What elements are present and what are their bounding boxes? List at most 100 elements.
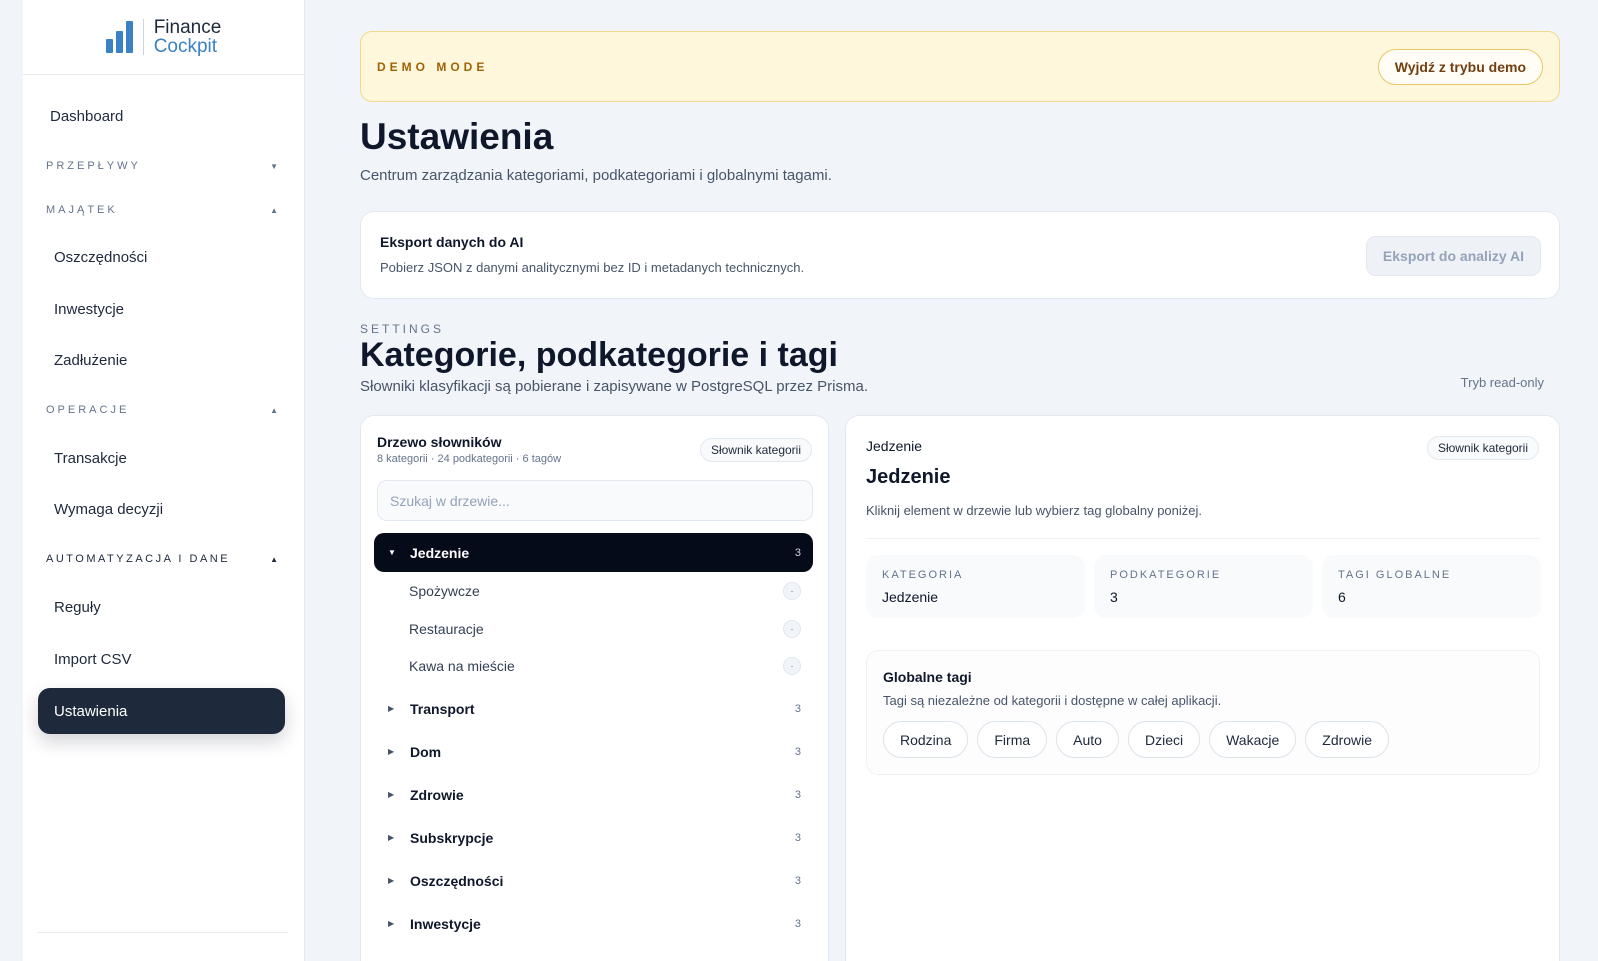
sidebar-item-label: Transakcje (54, 449, 127, 467)
sidebar-item-label: Wymaga decyzji (54, 500, 164, 518)
sidebar-item-label: Reguły (54, 598, 101, 616)
detail-breadcrumb: Jedzenie (866, 438, 923, 454)
brand-line-1: Finance (153, 17, 222, 38)
sidebar: Finance Cockpit Dashboard PRZEPŁYWY ▼ MAJ… (23, 0, 305, 961)
sidebar-item-zadluzenie[interactable]: Zadłużenie (38, 337, 285, 383)
section-label: MAJĄTEK (46, 204, 118, 216)
tree-row-label: Inwestycje (410, 915, 481, 932)
tree-subitem-kawa[interactable]: Kawa na mieście · (409, 651, 801, 681)
section-label: AUTOMATYZACJA I DANE (46, 553, 231, 565)
tree-row-subskrypcje[interactable]: ▶ Subskrypcje 3 (374, 818, 813, 857)
tag-zdrowie[interactable]: Zdrowie (1305, 721, 1390, 758)
settings-title: Kategorie, podkategorie i tagi (360, 336, 838, 374)
tree-meta: 8 kategorii · 24 podkategorii · 6 tagów (377, 453, 562, 465)
sidebar-item-dashboard[interactable]: Dashboard (38, 93, 285, 139)
tree-row-count: 3 (794, 831, 801, 844)
tree-row-inwestycje[interactable]: ▶ Inwestycje 3 (374, 904, 813, 943)
export-ai-button[interactable]: Eksport do analizy AI (1365, 236, 1541, 276)
sidebar-item-label: Oszczędności (54, 248, 148, 266)
tree-row-jedzenie[interactable]: ▼ Jedzenie 3 (374, 533, 813, 572)
page-title: Ustawienia (360, 116, 554, 157)
stat-podkategorie: PODKATEGORIE 3 (1094, 555, 1313, 618)
stat-kategoria: KATEGORIA Jedzenie (866, 555, 1085, 618)
stat-value: Jedzenie (882, 589, 939, 605)
sidebar-item-oszczednosci[interactable]: Oszczędności (38, 234, 285, 280)
stat-label: TAGI GLOBALNE (1338, 569, 1452, 581)
tree-row-count: 3 (794, 874, 801, 887)
tag-wakacje[interactable]: Wakacje (1209, 721, 1297, 758)
tag-firma[interactable]: Firma (977, 721, 1048, 758)
caret-down-icon: ▼ (270, 161, 278, 171)
tree-row-count: 3 (794, 788, 801, 801)
bar-chart-icon (105, 21, 133, 53)
tree-row-label: Oszczędności (410, 872, 504, 889)
sidebar-item-label: Dashboard (50, 107, 124, 125)
tag-rodzina[interactable]: Rodzina (883, 721, 969, 758)
tree-subitem-spozywcze[interactable]: Spożywcze · (409, 576, 801, 606)
sidebar-section-przeplywy[interactable]: PRZEPŁYWY ▼ (46, 160, 278, 172)
export-title: Eksport danych do AI (380, 234, 524, 250)
sidebar-item-label: Ustawienia (54, 702, 128, 720)
tree-subitem-badge: · (783, 657, 801, 675)
sidebar-item-transakcje[interactable]: Transakcje (38, 435, 285, 481)
tree-row-label: Dom (410, 743, 442, 760)
sidebar-item-inwestycje[interactable]: Inwestycje (38, 286, 285, 332)
sidebar-item-label: Inwestycje (54, 300, 125, 318)
tree-row-label: Transport (410, 700, 475, 717)
tag-auto[interactable]: Auto (1056, 721, 1119, 758)
global-tags-panel: Globalne tagi Tagi są niezależne od kate… (866, 650, 1540, 775)
dictionary-tree-card: Drzewo słowników 8 kategorii · 24 podkat… (360, 415, 829, 961)
global-tags-title: Globalne tagi (883, 669, 972, 685)
tag-dzieci[interactable]: Dzieci (1127, 721, 1201, 758)
stat-value: 6 (1338, 589, 1346, 605)
tree-search-input[interactable] (377, 480, 813, 521)
chevron-right-icon: ▶ (388, 790, 395, 799)
tree-row-count: 3 (794, 745, 801, 758)
detail-divider (866, 538, 1540, 539)
stat-tagi-globalne: TAGI GLOBALNE 6 (1322, 555, 1541, 618)
detail-badge: Słownik kategorii (1426, 436, 1539, 460)
chevron-down-icon: ▼ (388, 548, 396, 557)
stat-label: KATEGORIA (882, 569, 964, 581)
tree-title: Drzewo słowników (377, 434, 502, 450)
chevron-right-icon: ▶ (388, 747, 395, 756)
tree-badge: Słownik kategorii (699, 438, 812, 462)
demo-mode-label: DEMO MODE (377, 59, 489, 74)
chevron-right-icon: ▶ (388, 919, 395, 928)
settings-subtitle: Słowniki klasyfikacji są pobierane i zap… (360, 378, 868, 395)
settings-eyebrow: SETTINGS (360, 322, 445, 336)
caret-up-icon: ▲ (270, 554, 278, 564)
tree-subitem-restauracje[interactable]: Restauracje · (409, 614, 801, 644)
brand-name: Finance Cockpit (154, 18, 222, 56)
tree-row-count: 3 (794, 917, 801, 930)
tree-row-oszczednosci[interactable]: ▶ Oszczędności 3 (374, 861, 813, 900)
tree-row-label: Subskrypcje (410, 829, 494, 846)
tree-subitem-badge: · (783, 620, 801, 638)
tree-subitem-label: Spożywcze (409, 583, 480, 599)
tree-row-dom[interactable]: ▶ Dom 3 (374, 732, 813, 771)
tree-row-zdrowie[interactable]: ▶ Zdrowie 3 (374, 775, 813, 814)
export-card: Eksport danych do AI Pobierz JSON z dany… (360, 211, 1560, 299)
sidebar-item-ustawienia[interactable]: Ustawienia (38, 688, 285, 734)
tree-row-count: 3 (794, 702, 801, 715)
sidebar-section-majatek[interactable]: MAJĄTEK ▲ (46, 204, 278, 216)
caret-up-icon: ▲ (270, 205, 278, 215)
tree-row-transport[interactable]: ▶ Transport 3 (374, 689, 813, 728)
tree-row-count: 3 (794, 546, 801, 559)
tree-row-label: Zdrowie (410, 786, 464, 803)
chevron-right-icon: ▶ (388, 704, 395, 713)
sidebar-item-import-csv[interactable]: Import CSV (38, 636, 285, 682)
sidebar-item-label: Zadłużenie (54, 351, 128, 369)
global-tags-description: Tagi są niezależne od kategorii i dostęp… (883, 693, 1222, 708)
sidebar-section-automatyzacja[interactable]: AUTOMATYZACJA I DANE ▲ (46, 553, 278, 565)
detail-title: Jedzenie (866, 466, 951, 488)
brand-logo[interactable]: Finance Cockpit (23, 0, 304, 75)
chevron-right-icon: ▶ (388, 833, 395, 842)
tree-subitem-label: Kawa na mieście (409, 658, 515, 674)
exit-demo-button[interactable]: Wyjdź z trybu demo (1377, 48, 1543, 85)
sidebar-divider (38, 932, 288, 933)
sidebar-section-operacje[interactable]: OPERACJE ▲ (46, 404, 278, 416)
sidebar-item-wymaga-decyzji[interactable]: Wymaga decyzji (38, 486, 285, 532)
section-label: PRZEPŁYWY (46, 160, 141, 172)
sidebar-item-reguly[interactable]: Reguły (38, 584, 285, 630)
